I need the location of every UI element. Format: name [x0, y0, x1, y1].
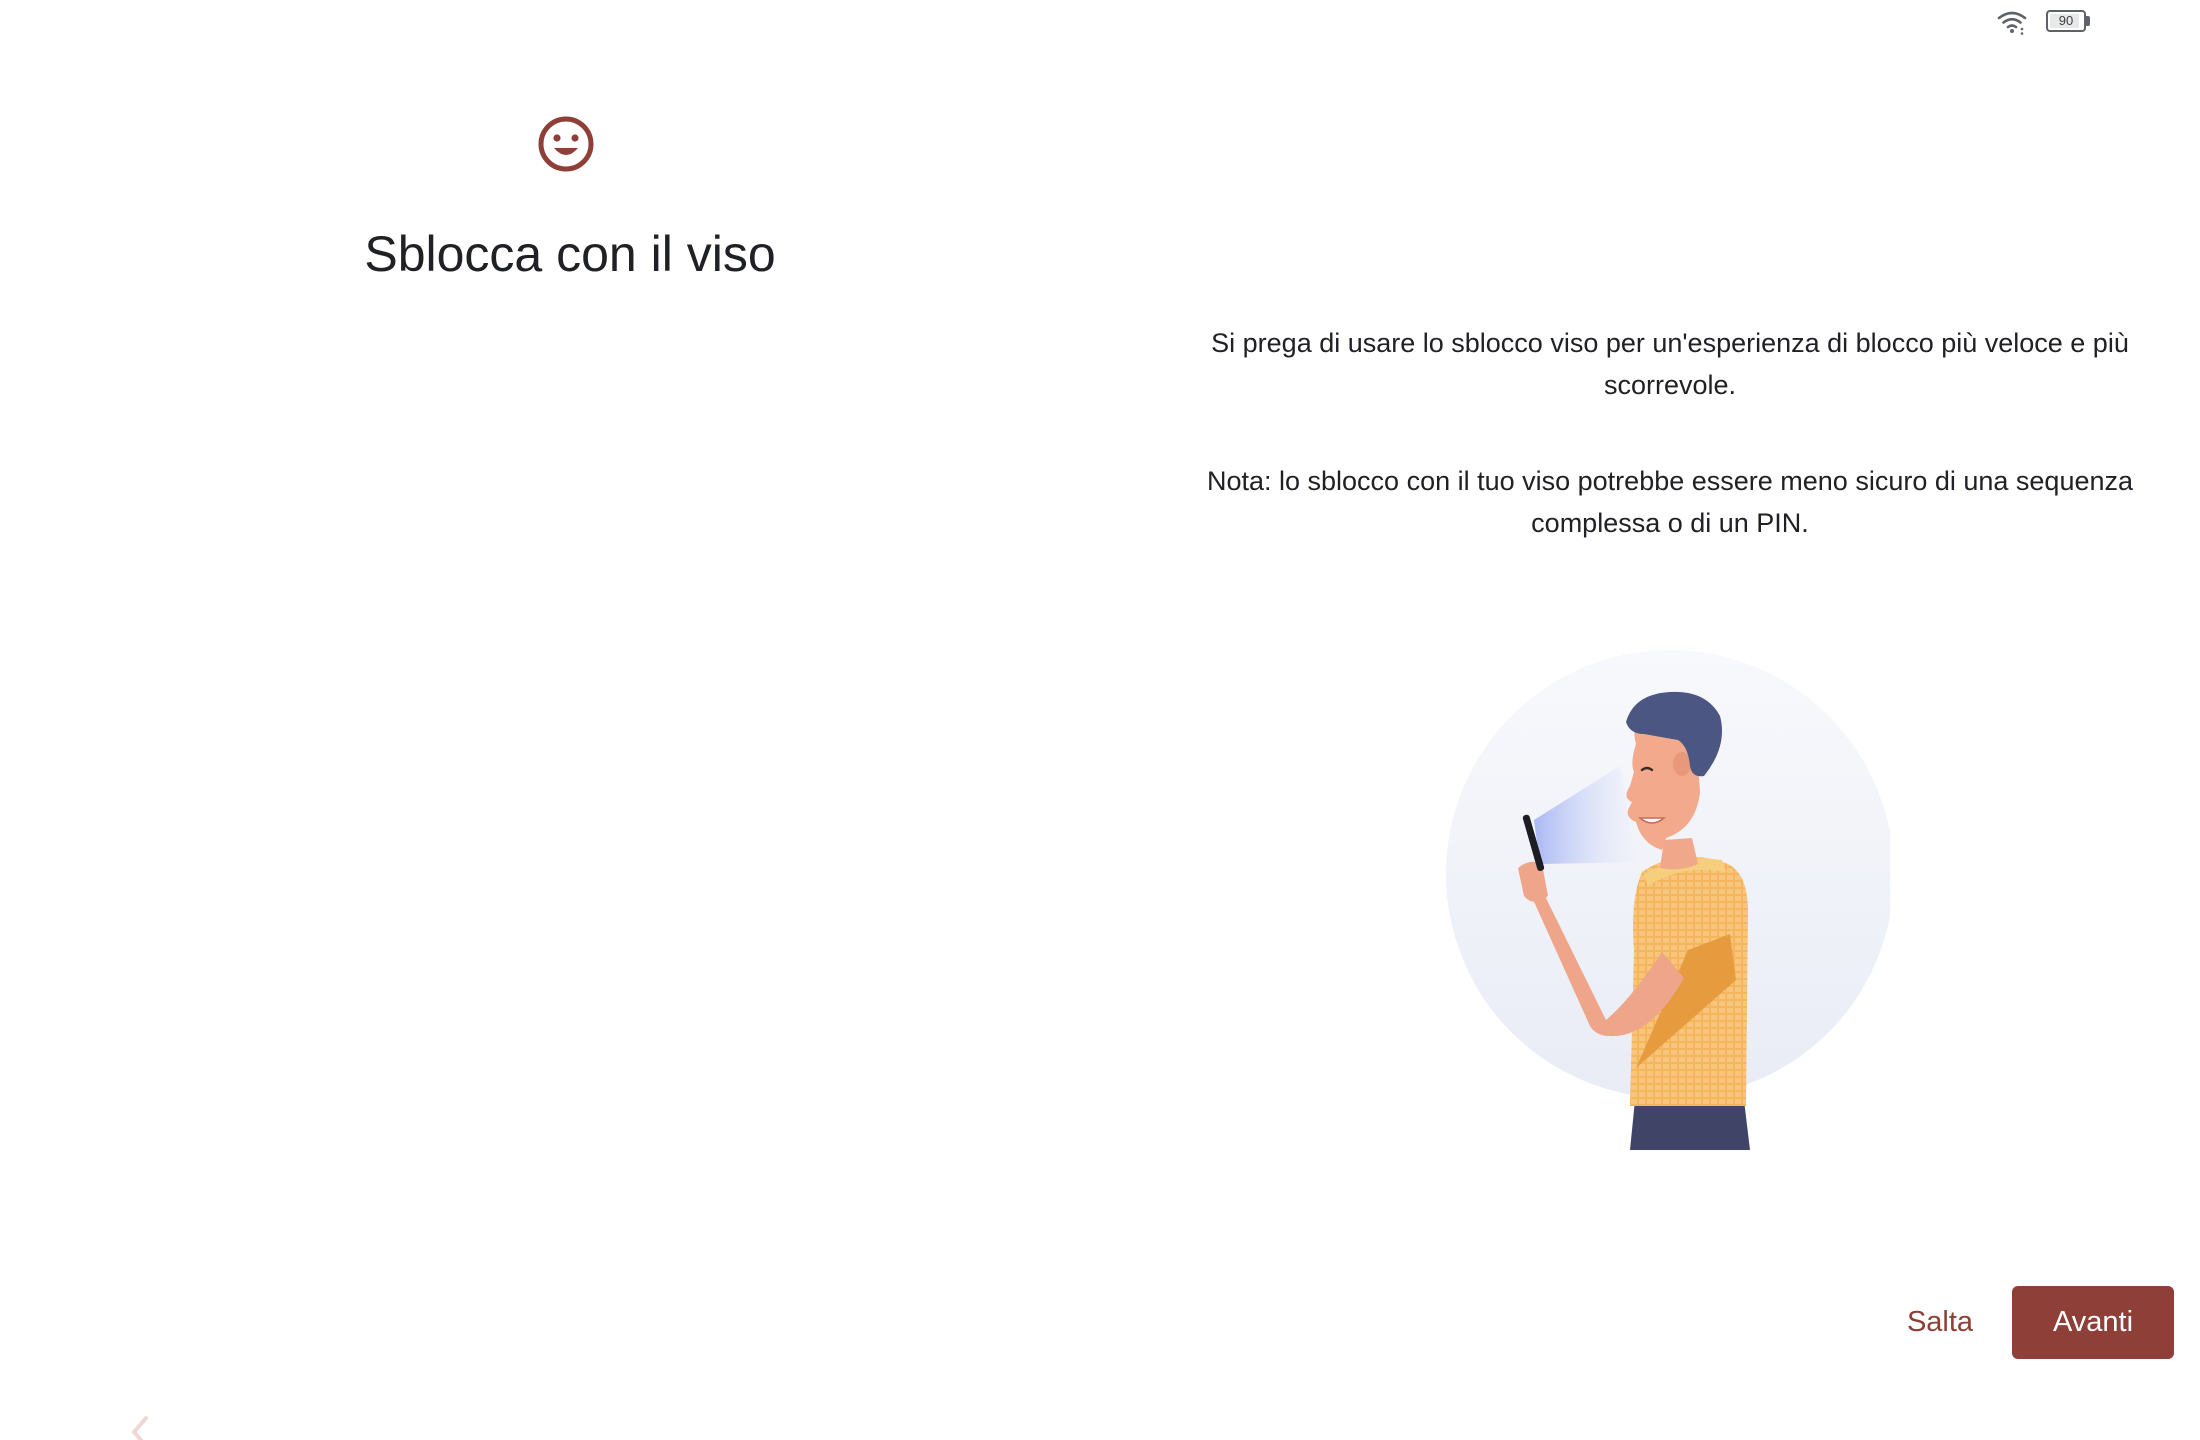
chevron-left-icon[interactable]	[118, 1414, 162, 1440]
description-text: Si prega di usare lo sblocco viso per un…	[1211, 328, 2129, 400]
face-icon	[538, 116, 594, 172]
next-button[interactable]: Avanti	[2012, 1286, 2174, 1359]
page-title: Sblocca con il viso	[364, 226, 776, 282]
face-unlock-setup-screen: 90 Sblocca con il viso Si prega di usare…	[0, 0, 2200, 1440]
note-text: Nota: lo sblocco con il tuo viso potrebb…	[1206, 466, 2134, 538]
skip-button[interactable]: Salta	[1880, 1286, 2000, 1358]
battery-indicator: 90	[2046, 10, 2092, 34]
battery-level-text: 90	[2058, 13, 2074, 28]
description-block: Si prega di usare lo sblocco viso per un…	[1190, 322, 2150, 598]
status-bar: 90	[1900, 0, 2200, 44]
wifi-icon	[1997, 11, 2027, 35]
person-face-unlock-illustration	[1446, 650, 1890, 1150]
battery-cap	[2086, 16, 2090, 26]
